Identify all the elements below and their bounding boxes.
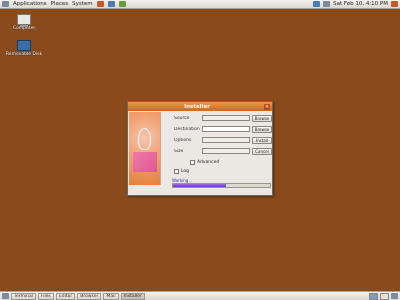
dialog-titlebar[interactable]: Installer × [128, 102, 272, 111]
advanced-checkbox[interactable] [190, 160, 195, 165]
destination-label: Destination [174, 126, 200, 132]
desktop-icon-label: Removable Disk [5, 52, 43, 57]
progress-fill [173, 184, 227, 187]
desktop-icon-drive[interactable]: Removable Disk [2, 40, 46, 58]
tray: Sat Feb 10, 4:10 PM [313, 1, 398, 7]
show-desktop-icon[interactable] [2, 293, 9, 299]
log-option[interactable]: Log [174, 169, 189, 174]
log-checkbox[interactable] [174, 169, 179, 174]
dialog-title: Installer [184, 103, 210, 110]
computer-icon [17, 14, 31, 27]
mail-launcher-icon[interactable] [107, 1, 115, 7]
size-field[interactable] [202, 148, 250, 154]
browser-launcher-icon[interactable] [96, 1, 104, 7]
source-row: Source Browse [174, 114, 272, 122]
workspace-2[interactable] [380, 292, 389, 300]
side-banner-image [129, 112, 161, 185]
log-checkbox-label: Log [181, 169, 190, 174]
help-launcher-icon[interactable] [118, 1, 126, 7]
destination-row: Destination Browse [174, 125, 272, 133]
banner-graphic [133, 152, 157, 172]
cancel-button[interactable]: Cancel [252, 147, 272, 155]
source-label: Source [174, 115, 190, 121]
size-row: Size Cancel [174, 147, 272, 155]
menu-system[interactable]: System [72, 1, 93, 7]
flame-logo-icon [138, 128, 151, 150]
clock[interactable]: Sat Feb 10, 4:10 PM [333, 1, 388, 7]
workspace-1[interactable] [369, 292, 378, 300]
source-browse-button[interactable]: Browse [252, 114, 272, 122]
trash-icon[interactable] [391, 293, 398, 299]
menu-places[interactable]: Places [51, 1, 69, 7]
taskbar-item[interactable]: Files [38, 292, 54, 300]
taskbar-item[interactable]: Mail [103, 292, 119, 300]
taskbar-item[interactable]: Terminal [11, 292, 37, 300]
volume-icon[interactable] [323, 1, 331, 7]
installer-dialog: Installer × Source Browse Destination Br… [127, 101, 273, 196]
install-button[interactable]: Install [252, 136, 272, 144]
taskbar-item[interactable]: Editor [55, 292, 76, 300]
network-icon[interactable] [313, 1, 321, 7]
destination-browse-button[interactable]: Browse [252, 125, 272, 133]
desktop-icon-computer[interactable]: Computer [2, 14, 46, 32]
taskbar-item[interactable]: Browser [77, 292, 102, 300]
bottom-panel: Terminal Files Editor Browser Mail Insta… [0, 291, 400, 300]
options-label: Options [174, 137, 192, 143]
advanced-option[interactable]: Advanced [190, 160, 219, 165]
source-field[interactable] [202, 115, 250, 121]
close-icon[interactable]: × [264, 103, 270, 110]
power-icon[interactable] [391, 1, 398, 7]
top-panel: Applications Places System Sat Feb 10, 4… [0, 0, 400, 9]
main-menu-icon[interactable] [2, 1, 9, 7]
destination-field[interactable] [202, 126, 250, 132]
drive-icon [17, 40, 31, 51]
advanced-checkbox-label: Advanced [197, 160, 220, 165]
options-row: Options Install [174, 136, 272, 144]
progress-bar [172, 183, 271, 188]
size-label: Size [174, 148, 184, 154]
menu-applications[interactable]: Applications [13, 1, 47, 7]
taskbar-item-active[interactable]: Installer [120, 292, 145, 300]
options-field[interactable] [202, 137, 250, 143]
